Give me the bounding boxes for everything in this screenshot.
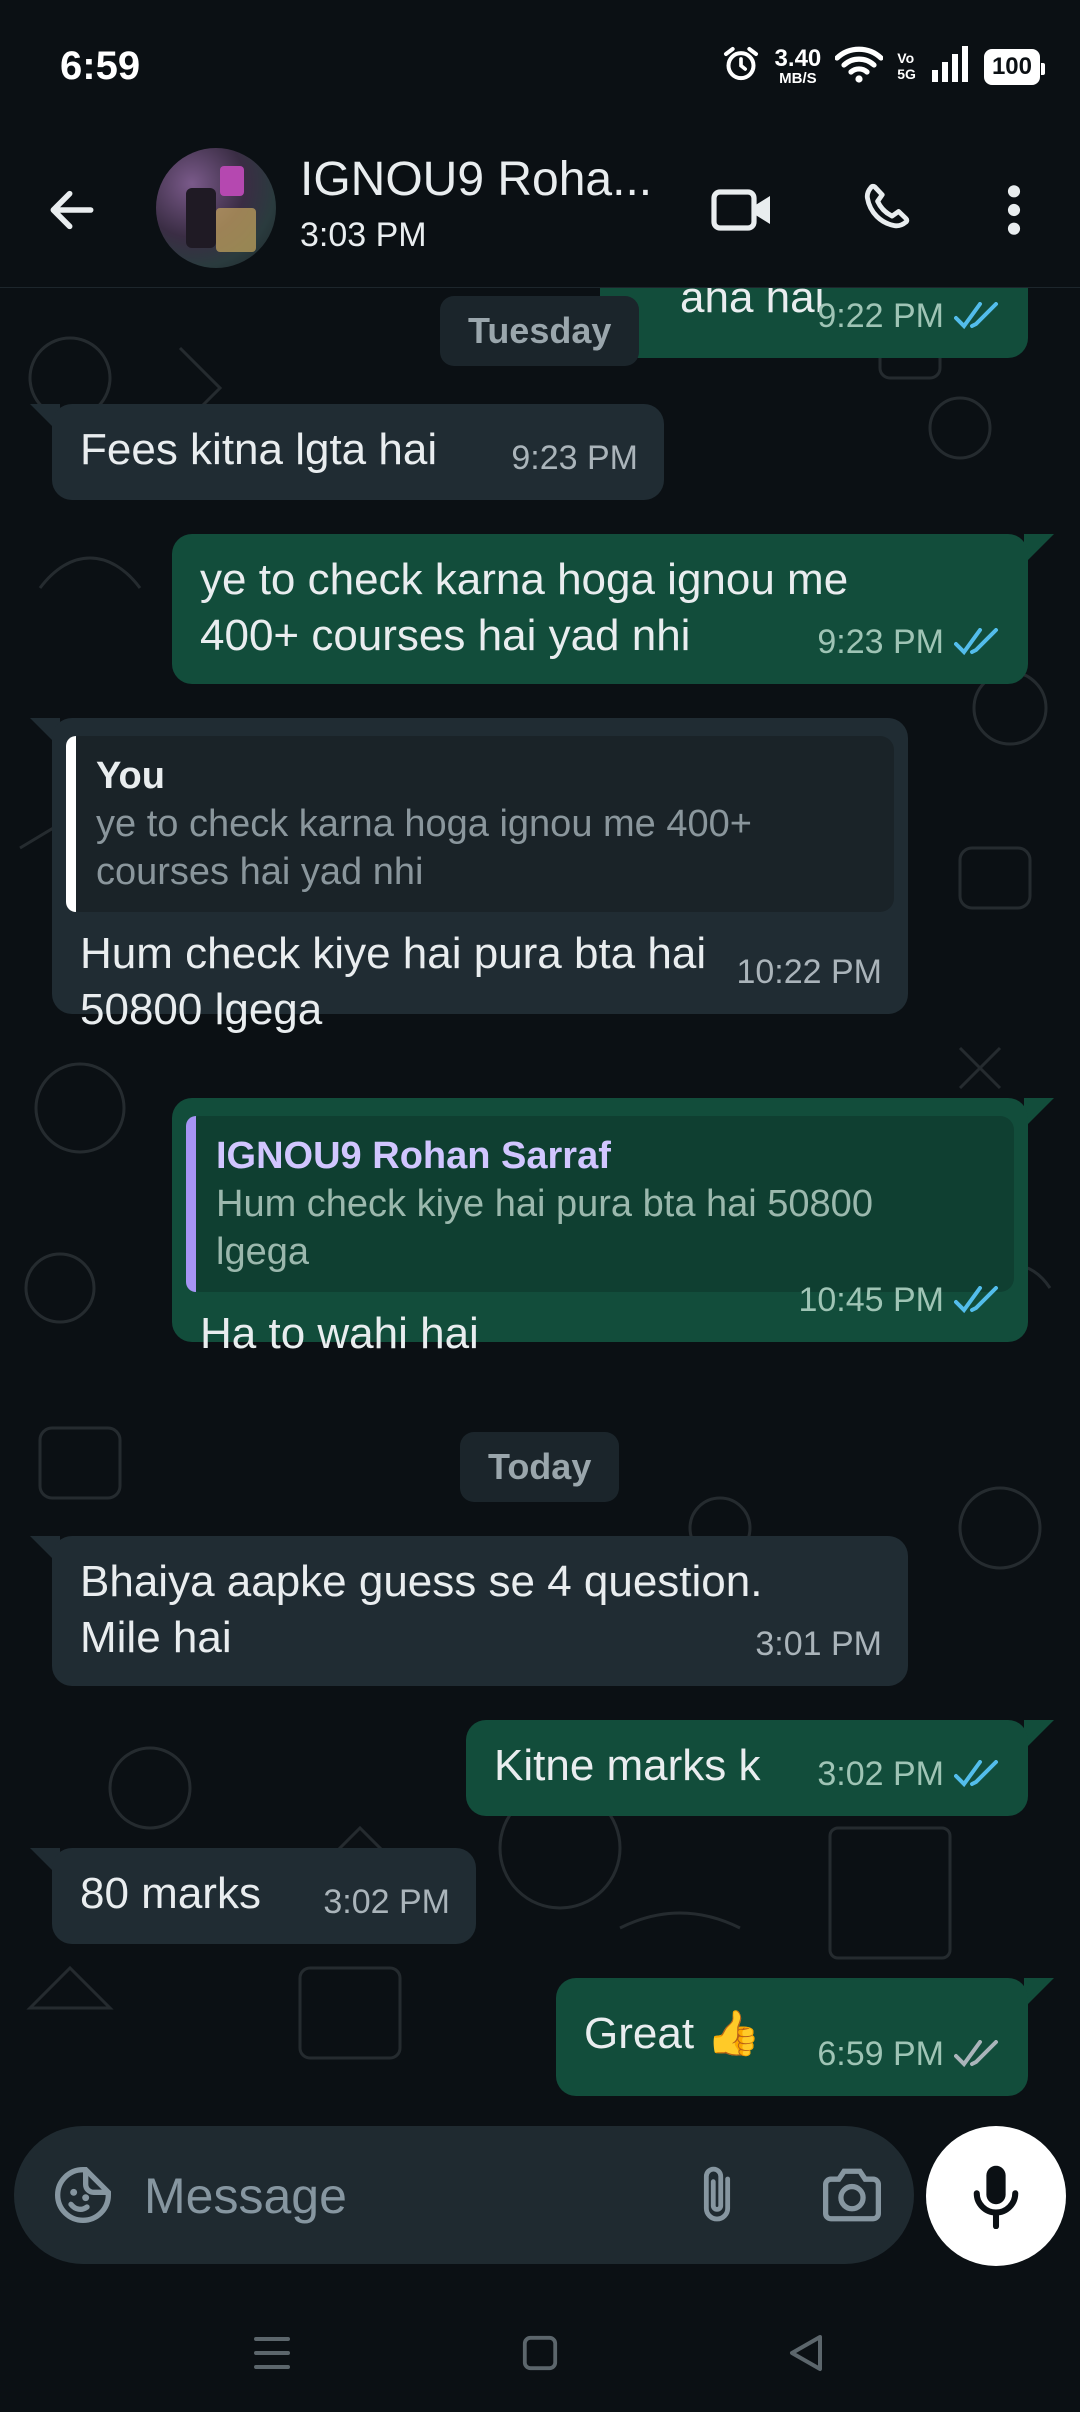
message-meta: 9:23 PM	[817, 614, 1002, 670]
message-text: aha hai	[680, 288, 825, 322]
quoted-message[interactable]: IGNOU9 Rohan Sarraf Hum check kiye hai p…	[186, 1116, 1014, 1292]
message-outgoing[interactable]: Great 👍 6:59 PM	[556, 1978, 1028, 2096]
message-time: 3:02 PM	[817, 1755, 944, 1793]
network-speed: 3.40 MB/S	[774, 45, 822, 87]
message-time: 6:59 PM	[817, 2035, 944, 2073]
back-icon	[790, 2335, 822, 2371]
message-input[interactable]	[144, 2156, 664, 2236]
message-time: 3:01 PM	[755, 1625, 882, 1663]
attach-icon	[703, 2166, 731, 2222]
message-outgoing[interactable]: aha hai 9:22 PM	[600, 288, 1028, 358]
recents-button[interactable]	[232, 2318, 312, 2388]
message-text-line1: ye to check karna hoga ignou me	[200, 555, 849, 604]
contact-avatar[interactable]	[156, 148, 276, 268]
volte-top: Vo	[897, 50, 915, 67]
net-speed-unit: MB/S	[779, 70, 817, 87]
wifi-icon	[834, 44, 884, 89]
system-nav-bar	[0, 2282, 1080, 2412]
battery-indicator: 100	[983, 48, 1046, 85]
message-incoming[interactable]: Bhaiya aapke guess se 4 question. Mile h…	[52, 1536, 908, 1686]
chat-area[interactable]: aha hai 9:22 PM Tuesday Fees kitna lgta …	[0, 288, 1080, 2120]
voice-call-icon	[864, 183, 910, 229]
status-icons: 3.40 MB/S Vo 5G 100	[721, 44, 1046, 89]
status-time: 6:59	[60, 44, 141, 88]
quoted-message[interactable]: You ye to check karna hoga ignou me 400+…	[66, 736, 894, 912]
home-icon	[522, 2335, 558, 2371]
camera-icon	[823, 2168, 881, 2222]
whatsapp-chat-screen: 6:59 3.40 MB/S Vo 5G 100 IGNOU9 Roha... …	[0, 0, 1080, 2412]
back-arrow-icon	[50, 190, 94, 230]
chat-header: IGNOU9 Roha... 3:03 PM	[0, 138, 1080, 288]
last-seen[interactable]: 3:03 PM	[300, 216, 427, 255]
message-meta: 10:22 PM	[736, 944, 882, 1000]
home-button[interactable]	[500, 2318, 580, 2388]
quoted-text-line1: Hum check kiye hai pura bta hai 50800	[216, 1183, 873, 1225]
contact-name[interactable]: IGNOU9 Roha...	[300, 152, 650, 207]
message-compose-bar	[14, 2126, 914, 2264]
date-separator-tuesday: Tuesday	[440, 296, 640, 366]
message-time: 10:22 PM	[736, 953, 882, 991]
video-call-icon	[711, 189, 770, 231]
message-time: 9:23 PM	[817, 623, 944, 661]
alarm-icon	[721, 44, 761, 89]
emoji-sticker-button[interactable]	[48, 2160, 118, 2230]
message-meta: 3:02 PM	[323, 1874, 450, 1930]
status-bar: 6:59 3.40 MB/S Vo 5G 100	[0, 0, 1080, 138]
more-options-icon	[1007, 185, 1021, 235]
quoted-sender: You	[96, 755, 165, 797]
read-ticks-icon	[954, 302, 998, 330]
volte-indicator: Vo 5G	[897, 50, 916, 82]
message-text-line1: Bhaiya aapke guess se 4 question.	[80, 1557, 763, 1606]
message-incoming[interactable]: 80 marks 3:02 PM	[52, 1848, 476, 1944]
net-speed-value: 3.40	[774, 45, 822, 72]
message-incoming-reply[interactable]: You ye to check karna hoga ignou me 400+…	[52, 718, 908, 1034]
message-meta: 10:45 PM	[798, 1272, 1002, 1328]
message-incoming[interactable]: Fees kitna lgta hai 9:23 PM	[52, 404, 664, 500]
message-outgoing-reply[interactable]: IGNOU9 Rohan Sarraf Hum check kiye hai p…	[172, 1098, 1028, 1358]
message-meta: 6:59 PM	[817, 2026, 1002, 2082]
voice-record-button[interactable]	[926, 2126, 1066, 2266]
emoji-sticker-icon	[55, 2167, 111, 2223]
message-time: 9:23 PM	[511, 439, 638, 477]
signal-icon	[930, 46, 970, 87]
quoted-text-line2: lgega	[216, 1231, 309, 1273]
delivered-ticks-icon	[954, 2040, 998, 2068]
camera-button[interactable]	[814, 2160, 890, 2230]
date-separator-today: Today	[460, 1432, 620, 1502]
read-ticks-icon	[954, 1760, 998, 1788]
message-time: 10:45 PM	[798, 1281, 944, 1319]
message-meta: 9:22 PM	[817, 288, 1002, 344]
message-time: 9:22 PM	[817, 297, 944, 335]
message-meta: 3:02 PM	[817, 1746, 1002, 1802]
message-outgoing[interactable]: ye to check karna hoga ignou me 400+ cou…	[172, 534, 1028, 684]
read-ticks-icon	[954, 628, 998, 656]
quoted-text-line1: ye to check karna hoga ignou me 400+	[96, 803, 752, 845]
message-meta: 3:01 PM	[755, 1616, 882, 1672]
volte-bottom: 5G	[897, 65, 916, 82]
message-time: 3:02 PM	[323, 1883, 450, 1921]
more-options-button[interactable]	[972, 168, 1056, 252]
video-call-button[interactable]	[700, 168, 784, 252]
recents-icon	[254, 2337, 290, 2369]
mic-icon	[973, 2165, 1019, 2229]
message-meta: 9:23 PM	[511, 430, 638, 486]
nav-back-button[interactable]	[766, 2318, 846, 2388]
quoted-text-line2: courses hai yad nhi	[96, 851, 424, 893]
message-outgoing[interactable]: Kitne marks k 3:02 PM	[466, 1720, 1028, 1816]
attach-button[interactable]	[682, 2160, 752, 2230]
quoted-sender: IGNOU9 Rohan Sarraf	[216, 1135, 611, 1177]
back-button[interactable]	[36, 174, 108, 246]
voice-call-button[interactable]	[846, 168, 930, 252]
read-ticks-icon	[954, 1286, 998, 1314]
